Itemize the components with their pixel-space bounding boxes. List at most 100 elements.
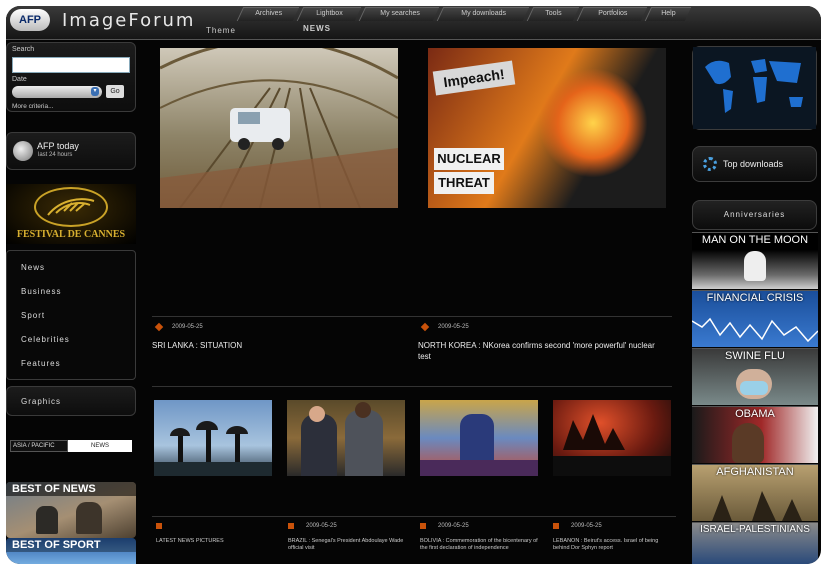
- graphics-panel[interactable]: Graphics: [6, 386, 136, 416]
- tree-silhouette: [553, 414, 671, 476]
- person-figure: [301, 414, 337, 476]
- theme-link[interactable]: Theme: [206, 26, 236, 35]
- afp-logo[interactable]: AFP: [10, 9, 50, 31]
- tab-my-searches[interactable]: My searches: [358, 7, 440, 21]
- headline-date: 2009-05-25: [172, 324, 203, 330]
- barbed-wire-illustration: [160, 48, 398, 208]
- best-of-sport-title: BEST OF SPORT: [12, 539, 101, 551]
- stock-chart-icon: [692, 317, 818, 343]
- go-button[interactable]: Go: [106, 85, 124, 98]
- bullet-icon: [420, 523, 426, 529]
- top-downloads-panel[interactable]: Top downloads: [692, 146, 817, 182]
- tab-tools-label: Tools: [545, 10, 562, 17]
- best-of-news-title: BEST OF NEWS: [12, 483, 96, 495]
- tab-my-searches-label: My searches: [379, 10, 420, 17]
- afp-today-title: AFP today: [37, 141, 79, 151]
- protest-sign: NUCLEAR: [434, 148, 504, 170]
- top-navigation: AFP ImageForum Archives Lightbox My sear…: [6, 6, 821, 40]
- divider: [152, 516, 676, 517]
- search-input[interactable]: [12, 57, 130, 73]
- thumb-caption[interactable]: LEBANON : Beirut's access. Israel of bei…: [553, 538, 673, 552]
- thumb-latest-news[interactable]: [154, 400, 272, 476]
- menu-sport[interactable]: Sport: [21, 311, 45, 320]
- anniv-israel-palestinians[interactable]: ISRAEL-PALESTINIANS: [692, 522, 818, 564]
- thumb-date: 2009-05-25: [438, 523, 469, 529]
- bullet-icon: [288, 523, 294, 529]
- thumb-brazil-senegal[interactable]: [287, 400, 405, 476]
- chevron-down-icon: ▾: [91, 87, 99, 96]
- person-head: [355, 402, 371, 418]
- headline-link[interactable]: NORTH KOREA : NKorea confirms second 'mo…: [418, 340, 668, 362]
- anniversaries-header: Anniversaries: [692, 200, 817, 230]
- tab-portfolios[interactable]: Portfolios: [576, 7, 648, 21]
- globe-icon: [13, 141, 33, 161]
- thumb-caption[interactable]: BOLIVIA : Commemoration of the bicentena…: [420, 538, 542, 552]
- divider: [152, 316, 672, 317]
- astronaut-figure: [744, 251, 766, 281]
- tab-tools[interactable]: Tools: [526, 7, 580, 21]
- more-criteria-link[interactable]: More criteria...: [12, 103, 54, 110]
- tab-archives-label: Archives: [255, 10, 283, 17]
- anniv-swine-flu[interactable]: SWINE FLU: [692, 348, 818, 405]
- headline-link[interactable]: SRI LANKA : SITUATION: [152, 340, 392, 351]
- tab-archives[interactable]: Archives: [236, 7, 300, 21]
- divider: [152, 386, 672, 387]
- thumb-date: 2009-05-25: [306, 523, 337, 529]
- search-label: Search: [12, 46, 35, 53]
- world-map-icon: [693, 47, 816, 129]
- menu-celebrities[interactable]: Celebrities: [21, 335, 70, 344]
- bullet-icon: [156, 523, 162, 529]
- tab-my-downloads[interactable]: My downloads: [436, 7, 530, 21]
- region-selector[interactable]: ASIA / PACIFIC NEWS: [10, 440, 134, 452]
- protest-sign: Impeach!: [432, 60, 516, 96]
- app-window: AFP ImageForum Archives Lightbox My sear…: [6, 6, 821, 564]
- podium: [420, 460, 538, 476]
- cannes-banner[interactable]: FESTIVAL DE CANNES: [6, 184, 136, 244]
- person-figure: [345, 410, 383, 476]
- date-select[interactable]: ▾: [12, 86, 102, 98]
- umbrella-silhouettes: [154, 421, 272, 476]
- tab-portfolios-label: Portfolios: [598, 10, 628, 17]
- app-title[interactable]: ImageForum: [62, 10, 195, 31]
- portrait-figure: [732, 423, 764, 463]
- left-sidebar: Search Date ▾ Go More criteria... AFP to…: [6, 40, 138, 564]
- anniv-financial-crisis[interactable]: FINANCIAL CRISIS: [692, 290, 818, 347]
- headline-date: 2009-05-25: [438, 324, 469, 330]
- region-label: ASIA / PACIFIC: [10, 440, 68, 452]
- anniv-title: OBAMA: [735, 408, 775, 420]
- menu-business[interactable]: Business: [21, 287, 61, 296]
- tab-lightbox-label: Lightbox: [316, 10, 343, 17]
- best-of-sport-banner[interactable]: BEST OF SPORT: [6, 538, 136, 564]
- tab-help[interactable]: Help: [644, 7, 692, 21]
- anniversaries-title: Anniversaries: [723, 210, 786, 219]
- menu-features[interactable]: Features: [21, 359, 61, 368]
- section-label: NEWS: [68, 440, 132, 452]
- thumb-lebanon[interactable]: [553, 400, 671, 476]
- thumb-date: 2009-05-25: [571, 523, 602, 529]
- date-label: Date: [12, 76, 27, 83]
- menu-news[interactable]: News: [21, 263, 45, 272]
- tab-help-label: Help: [661, 10, 676, 17]
- person-head: [309, 406, 325, 422]
- crowd-figure: [76, 502, 102, 534]
- anniv-man-on-the-moon[interactable]: MAN ON THE MOON: [692, 232, 818, 289]
- best-of-news-banner[interactable]: BEST OF NEWS: [6, 482, 136, 538]
- news-link[interactable]: NEWS: [303, 24, 331, 33]
- tab-lightbox[interactable]: Lightbox: [296, 7, 362, 21]
- top-downloads-label: Top downloads: [723, 159, 784, 169]
- thumb-caption[interactable]: BRAZIL : Senegal's President Abdoulaye W…: [288, 538, 408, 552]
- afp-today-panel[interactable]: AFP today last 24 hours: [6, 132, 136, 170]
- world-map-panel[interactable]: [692, 46, 817, 130]
- cannes-label: FESTIVAL DE CANNES: [16, 229, 126, 240]
- anniv-title: MAN ON THE MOON: [701, 234, 809, 246]
- hero-image-sri-lanka[interactable]: [160, 48, 398, 208]
- anniv-obama[interactable]: OBAMA: [692, 406, 818, 463]
- bullet-icon: [420, 322, 430, 332]
- crowd-figure: [36, 506, 58, 534]
- category-menu: News Business Sport Celebrities Features: [6, 250, 136, 380]
- hero-image-north-korea[interactable]: Impeach! NUCLEAR THREAT: [428, 48, 666, 208]
- anniv-title: SWINE FLU: [725, 350, 785, 362]
- thumb-caption[interactable]: LATEST NEWS PICTURES: [156, 538, 266, 545]
- thumb-bolivia[interactable]: [420, 400, 538, 476]
- anniv-afghanistan[interactable]: AFGHANISTAN: [692, 464, 818, 521]
